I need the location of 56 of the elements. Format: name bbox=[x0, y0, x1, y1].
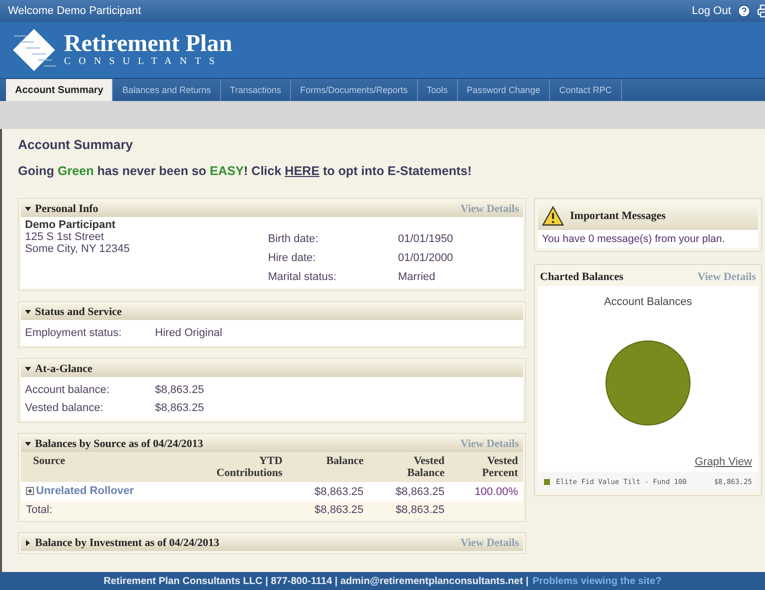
expand-icon[interactable] bbox=[26, 487, 34, 495]
warning-icon bbox=[542, 206, 564, 226]
view-details-link[interactable]: View Details bbox=[460, 438, 519, 450]
column-header: Balance bbox=[287, 452, 368, 482]
address-line: 125 S 1st Street bbox=[25, 231, 105, 243]
column-header: Source bbox=[21, 452, 183, 482]
table-cell: 100.00% bbox=[450, 482, 523, 501]
logo-name: Retirement Plan bbox=[64, 32, 232, 56]
field-label: Employment status: bbox=[25, 326, 123, 338]
table-cell: $8,863.25 bbox=[287, 482, 368, 501]
problems-link[interactable]: Problems viewing the site? bbox=[532, 576, 662, 586]
column-header: Vested Balance bbox=[368, 452, 450, 482]
messages-text: You have 0 message(s) from your plan. bbox=[538, 230, 758, 248]
field-label: Birth date: bbox=[268, 232, 320, 244]
chart-title: Account Balances bbox=[604, 296, 692, 308]
logo-icon bbox=[12, 28, 56, 72]
graph-view-link[interactable]: Graph View bbox=[694, 456, 752, 468]
column-header: YTD Contributions bbox=[182, 452, 288, 482]
column-header: Vested Percent bbox=[450, 452, 523, 482]
nav-tab[interactable]: Account Summary bbox=[6, 79, 114, 101]
section-header[interactable]: At-a-Glance bbox=[21, 361, 523, 377]
section-title: Status and Service bbox=[35, 306, 122, 318]
section-header[interactable]: Balance by Investment as of 04/24/2013 View Details bbox=[21, 535, 523, 551]
here-link[interactable]: HERE bbox=[284, 164, 320, 178]
field-label: Vested balance: bbox=[25, 402, 104, 414]
field-value: 01/01/2000 bbox=[398, 252, 454, 264]
section-header[interactable]: Status and Service bbox=[21, 304, 523, 320]
field-label: Account balance: bbox=[25, 384, 110, 396]
section-title: Balance by Investment as of 04/24/2013 bbox=[35, 537, 220, 549]
logout-link[interactable]: Log Out bbox=[692, 5, 731, 17]
field-value: Married bbox=[398, 270, 436, 282]
view-details-link[interactable]: View Details bbox=[697, 271, 756, 283]
view-details-link[interactable]: View Details bbox=[460, 203, 519, 215]
field-label: Hire date: bbox=[268, 252, 317, 264]
footer-text: Retirement Plan Consultants LLC | 877-800-1114 | admin@retirementplanconsultants.net | bbox=[104, 576, 528, 586]
section-title: Balances by Source as of 04/24/2013 bbox=[35, 438, 204, 450]
chart-panel-title: Charted Balances bbox=[540, 271, 624, 283]
address-line: Some City, NY 12345 bbox=[25, 243, 131, 255]
field-value: 01/01/1950 bbox=[398, 232, 454, 244]
welcome-text: Welcome Demo Participant bbox=[8, 5, 142, 17]
promo-message: Going Green has never been so EASY! Click HERE to opt into E-Statements! bbox=[18, 164, 473, 178]
messages-title: Important Messages bbox=[570, 210, 666, 222]
participant-name: Demo Participant bbox=[25, 219, 116, 231]
field-value: $8,863.25 bbox=[155, 402, 205, 414]
section-header[interactable]: Balances by Source as of 04/24/2013 View Details bbox=[21, 436, 523, 452]
logo-tagline: CONSULTANTS bbox=[64, 56, 224, 68]
field-label: Marital status: bbox=[268, 270, 338, 282]
field-value: $8,863.25 bbox=[155, 384, 205, 396]
view-details-link[interactable]: View Details bbox=[460, 537, 519, 549]
help-icon[interactable] bbox=[737, 4, 751, 18]
section-title: Personal Info bbox=[35, 203, 98, 215]
page-title: Account Summary bbox=[18, 137, 134, 152]
section-title: At-a-Glance bbox=[35, 363, 92, 375]
section-header[interactable]: Personal Info View Details bbox=[21, 201, 523, 217]
field-value: Hired Original bbox=[155, 326, 224, 338]
table-cell: $8,863.25 bbox=[368, 482, 450, 501]
